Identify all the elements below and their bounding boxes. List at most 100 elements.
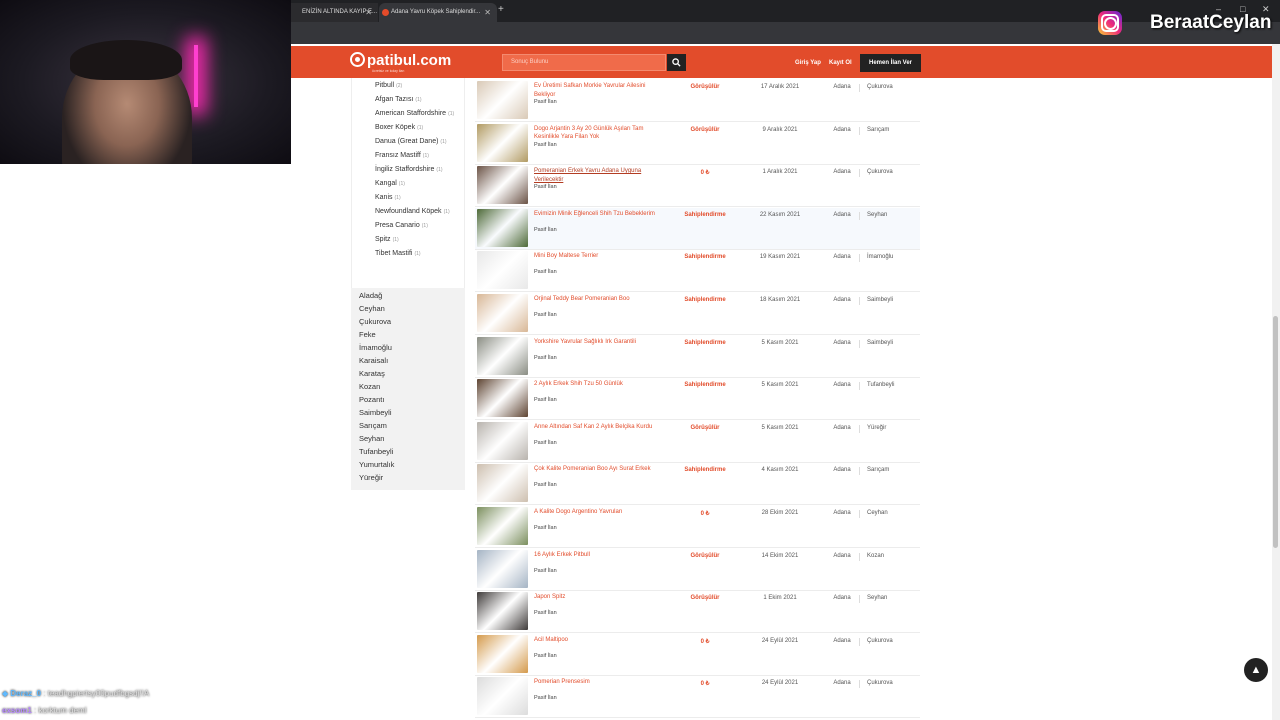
close-icon[interactable]: ✕ <box>484 3 491 22</box>
breed-filter-item[interactable]: Spitz (1) <box>375 236 399 243</box>
breed-filter-item[interactable]: Kanis (1) <box>375 194 401 201</box>
listing-photo[interactable] <box>477 294 528 332</box>
breed-name: İngiliz Staffordshire <box>375 166 435 173</box>
post-listing-button[interactable]: Hemen İlan Ver <box>860 54 921 72</box>
district-filter-item[interactable]: Çukurova <box>359 317 391 326</box>
listing-row[interactable]: Orjinal Teddy Bear Pomeranian Boo Pasif İ… <box>475 293 920 335</box>
district-filter-item[interactable]: Feke <box>359 330 376 339</box>
chat-icon: ◆ <box>2 689 9 698</box>
listing-row[interactable]: Pomeranian Erkek Yavru Adana Uyguna Veri… <box>475 165 920 208</box>
listing-title[interactable]: Dogo Arjantin 3 Ay 20 Günlük Aşıları Tam… <box>534 125 666 142</box>
district-filter-item[interactable]: Karataş <box>359 369 385 378</box>
chat-text: teadhgpiertsy00pudfbgsdj!!A <box>47 689 150 698</box>
breed-filter-item[interactable]: Kangal (1) <box>375 180 405 187</box>
breed-filter-item[interactable]: Tibet Mastifi (1) <box>375 250 421 257</box>
breed-filter-item[interactable]: Boxer Köpek (1) <box>375 124 423 131</box>
search-button[interactable] <box>667 54 686 71</box>
listing-row[interactable]: Anne Altından Saf Kan 2 Aylık Belçika Ku… <box>475 421 920 463</box>
listing-title[interactable]: Acil Maltipoo <box>534 636 666 645</box>
listing-photo[interactable] <box>477 421 528 460</box>
listing-row[interactable]: 2 Aylık Erkek Shih Tzu 50 Günlük Pasif İl… <box>475 378 920 421</box>
divider <box>859 84 860 92</box>
scrollbar-thumb[interactable] <box>1273 316 1278 548</box>
breed-filter-item[interactable]: Danua (Great Dane) (1) <box>375 138 447 145</box>
listing-district: Yüreğir <box>867 424 887 431</box>
listing-title[interactable]: Evimizin Minik Eğlenceli Shih Tzu Bebekl… <box>534 210 666 219</box>
district-filter-item[interactable]: Kozan <box>359 382 380 391</box>
listing-photo[interactable] <box>477 379 528 418</box>
listing-photo[interactable] <box>477 166 528 205</box>
listing-photo[interactable] <box>477 592 528 631</box>
breed-count: (1) <box>421 223 428 229</box>
listing-row[interactable]: Dogo Arjantin 3 Ay 20 Günlük Aşıları Tam… <box>475 123 920 165</box>
listing-status: Pasif İlan <box>534 99 557 105</box>
listing-title[interactable]: 2 Aylık Erkek Shih Tzu 50 Günlük <box>534 380 666 389</box>
listing-title[interactable]: Çok Kalite Pomeranian Boo Ayı Surat Erke… <box>534 465 666 474</box>
browser-tab[interactable]: ENİZİN ALTINDA KAYIP E... ✕ <box>290 3 378 22</box>
breed-filter-item[interactable]: Afgan Tazısı (1) <box>375 96 422 103</box>
listing-district: Çukurova <box>867 637 893 644</box>
district-filter-item[interactable]: Yüreğir <box>359 473 383 482</box>
district-filter-item[interactable]: Saimbeyli <box>359 408 392 417</box>
listing-photo[interactable] <box>477 123 528 162</box>
listing-price: Görüşülür <box>690 126 720 133</box>
login-link[interactable]: Giriş Yap <box>795 60 821 66</box>
district-filter: Aladağ Ceyhan Çukurova Feke İmamoğlu Karaisal… <box>351 288 465 490</box>
breed-filter-item[interactable]: American Staffordshire (1) <box>375 110 454 117</box>
new-tab-icon[interactable]: + <box>498 4 504 15</box>
listing-title[interactable]: Orjinal Teddy Bear Pomeranian Boo <box>534 295 666 304</box>
register-link[interactable]: Kayıt Ol <box>829 60 852 66</box>
district-filter-item[interactable]: Ceyhan <box>359 304 385 313</box>
listing-row[interactable]: Mini Boy Maltese Terrier Pasif İlan Sahipl… <box>475 250 920 293</box>
listing-row[interactable]: Yorkshire Yavrular Sağlıklı Irk Garantil… <box>475 336 920 378</box>
listing-row[interactable]: Japon Spitz Pasif İlan Görüşülür 1 Ekim 202… <box>475 591 920 634</box>
listing-row[interactable]: Acil Maltipoo Pasif İlan 0 ₺ 24 Eylül 2021 A… <box>475 634 920 676</box>
listing-title[interactable]: A Kalite Dogo Argentino Yavruları <box>534 508 666 517</box>
search-input[interactable]: Sonuç Bulunu <box>502 54 666 71</box>
close-icon[interactable]: ✕ <box>365 3 372 22</box>
district-filter-item[interactable]: Yumurtalık <box>359 460 394 469</box>
listing-photo[interactable] <box>477 81 528 119</box>
listing-photo[interactable] <box>477 251 528 290</box>
listing-title[interactable]: Pomeranian Erkek Yavru Adana Uyguna Veri… <box>534 167 666 184</box>
listing-city: Adana <box>833 297 851 303</box>
district-filter-item[interactable]: Pozantı <box>359 395 384 404</box>
listing-title[interactable]: Pomerian Prensesim <box>534 678 666 687</box>
chat-text: korktum deml <box>38 706 87 715</box>
district-filter-item[interactable]: Sarıçam <box>359 421 387 430</box>
breed-filter-item[interactable]: Pitbull (2) <box>375 82 402 89</box>
listing-row[interactable]: Pomerian Prensesim Pasif İlan 0 ₺ 24 Eylül … <box>475 676 920 719</box>
district-filter-item[interactable]: Seyhan <box>359 434 384 443</box>
site-logo[interactable]: patibul.com <box>350 52 451 69</box>
listing-photo[interactable] <box>477 677 528 716</box>
listing-title[interactable]: Ev Üretimi Safkan Morkie Yavrular Ailesi… <box>534 82 666 99</box>
district-filter-item[interactable]: İmamoğlu <box>359 343 392 352</box>
listing-photo[interactable] <box>477 634 528 673</box>
listing-photo[interactable] <box>477 464 528 503</box>
listing-row[interactable]: Evimizin Minik Eğlenceli Shih Tzu Bebekl… <box>475 207 920 250</box>
listing-title[interactable]: 16 Aylık Erkek Pitbull <box>534 551 666 560</box>
listing-photo[interactable] <box>477 507 528 545</box>
browser-tab-active[interactable]: Adana Yavru Köpek Sahiplendir... ✕ <box>379 3 497 22</box>
listing-title[interactable]: Mini Boy Maltese Terrier <box>534 252 666 261</box>
listing-photo[interactable] <box>477 208 528 247</box>
listing-row[interactable]: Ev Üretimi Safkan Morkie Yavrular Ailesi… <box>475 80 920 122</box>
breed-filter-item[interactable]: Presa Canario (1) <box>375 222 428 229</box>
district-filter-item[interactable]: Karaisalı <box>359 356 388 365</box>
listing-row[interactable]: A Kalite Dogo Argentino Yavruları Pasif İ… <box>475 506 920 548</box>
listing-title[interactable]: Yorkshire Yavrular Sağlıklı Irk Garantil… <box>534 338 666 347</box>
listing-title[interactable]: Anne Altından Saf Kan 2 Aylık Belçika Ku… <box>534 423 666 432</box>
listing-photo[interactable] <box>477 549 528 588</box>
listing-row[interactable]: 16 Aylık Erkek Pitbull Pasif İlan Görüşülü… <box>475 549 920 591</box>
listing-row[interactable]: Çok Kalite Pomeranian Boo Ayı Surat Erke… <box>475 463 920 506</box>
district-filter-item[interactable]: Tufanbeyli <box>359 447 393 456</box>
listing-title[interactable]: Japon Spitz <box>534 593 666 602</box>
listing-photo[interactable] <box>477 336 528 375</box>
scroll-to-top-button[interactable]: ▲ <box>1244 658 1268 682</box>
district-filter-item[interactable]: Aladağ <box>359 291 382 300</box>
breed-filter-item[interactable]: İngiliz Staffordshire (1) <box>375 166 443 173</box>
breed-filter-item[interactable]: Fransız Mastiff (1) <box>375 152 429 159</box>
breed-filter-item[interactable]: Newfoundland Köpek (1) <box>375 208 450 215</box>
divider <box>859 680 860 689</box>
breed-count: (2) <box>396 83 403 89</box>
